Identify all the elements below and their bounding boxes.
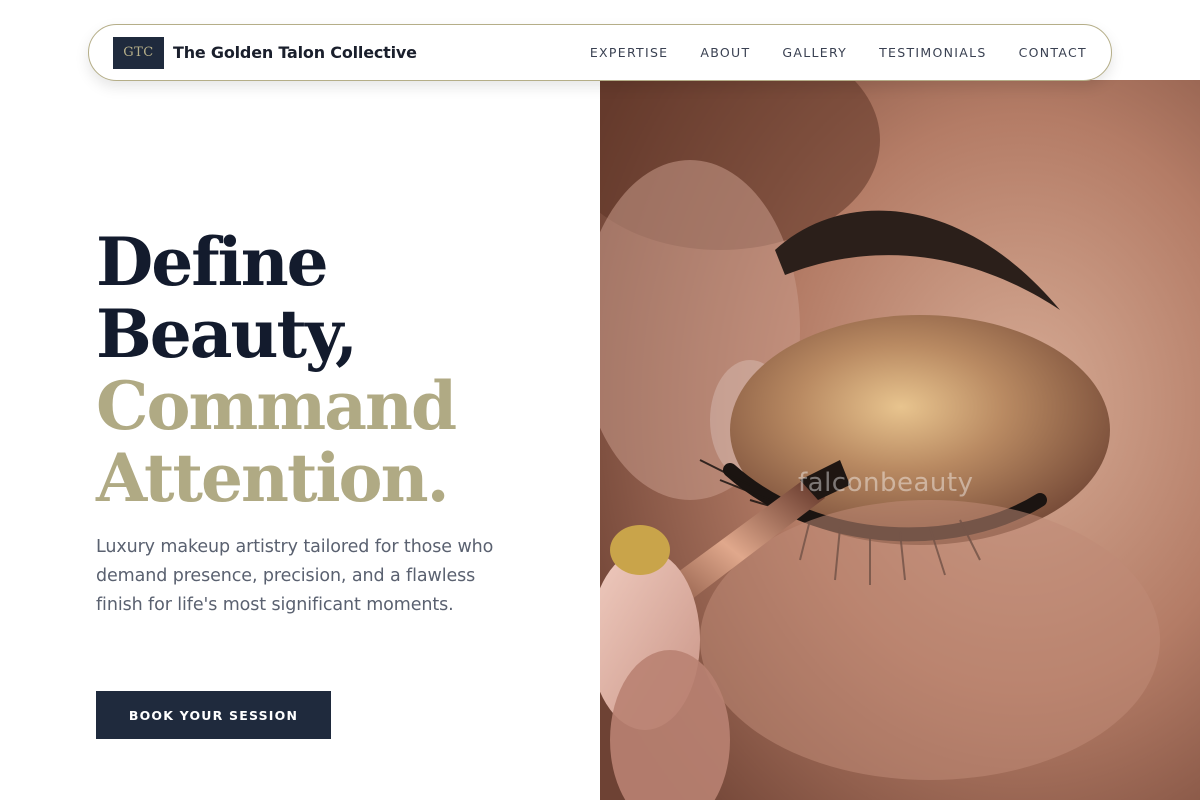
nav-link-testimonials[interactable]: TESTIMONIALS (879, 45, 987, 60)
hero-headline: Define Beauty, Command Attention. (96, 226, 576, 514)
headline-line-define: Define (96, 223, 329, 301)
eye-makeup-closeup-photo-icon (600, 80, 1200, 800)
nav-link-contact[interactable]: CONTACT (1019, 45, 1087, 60)
hero-description: Luxury makeup artistry tailored for thos… (96, 537, 494, 615)
nav-link-expertise[interactable]: EXPERTISE (590, 45, 669, 60)
headline-line-command: Command (96, 367, 457, 445)
nav-link-about[interactable]: ABOUT (700, 45, 750, 60)
book-session-button[interactable]: BOOK YOUR SESSION (96, 691, 331, 739)
main-navbar: GTC The Golden Talon Collective EXPERTIS… (88, 24, 1112, 81)
headline-line-attention: Attention. (96, 439, 450, 517)
hero-photo: falconbeauty (600, 80, 1200, 800)
image-watermark: falconbeauty (798, 468, 974, 498)
brand-logo[interactable]: GTC (113, 36, 164, 69)
brand-name[interactable]: The Golden Talon Collective (173, 43, 417, 62)
nav-links: EXPERTISE ABOUT GALLERY TESTIMONIALS CON… (590, 45, 1087, 60)
headline-line-beauty: Beauty, (96, 295, 358, 373)
nav-link-gallery[interactable]: GALLERY (782, 45, 847, 60)
